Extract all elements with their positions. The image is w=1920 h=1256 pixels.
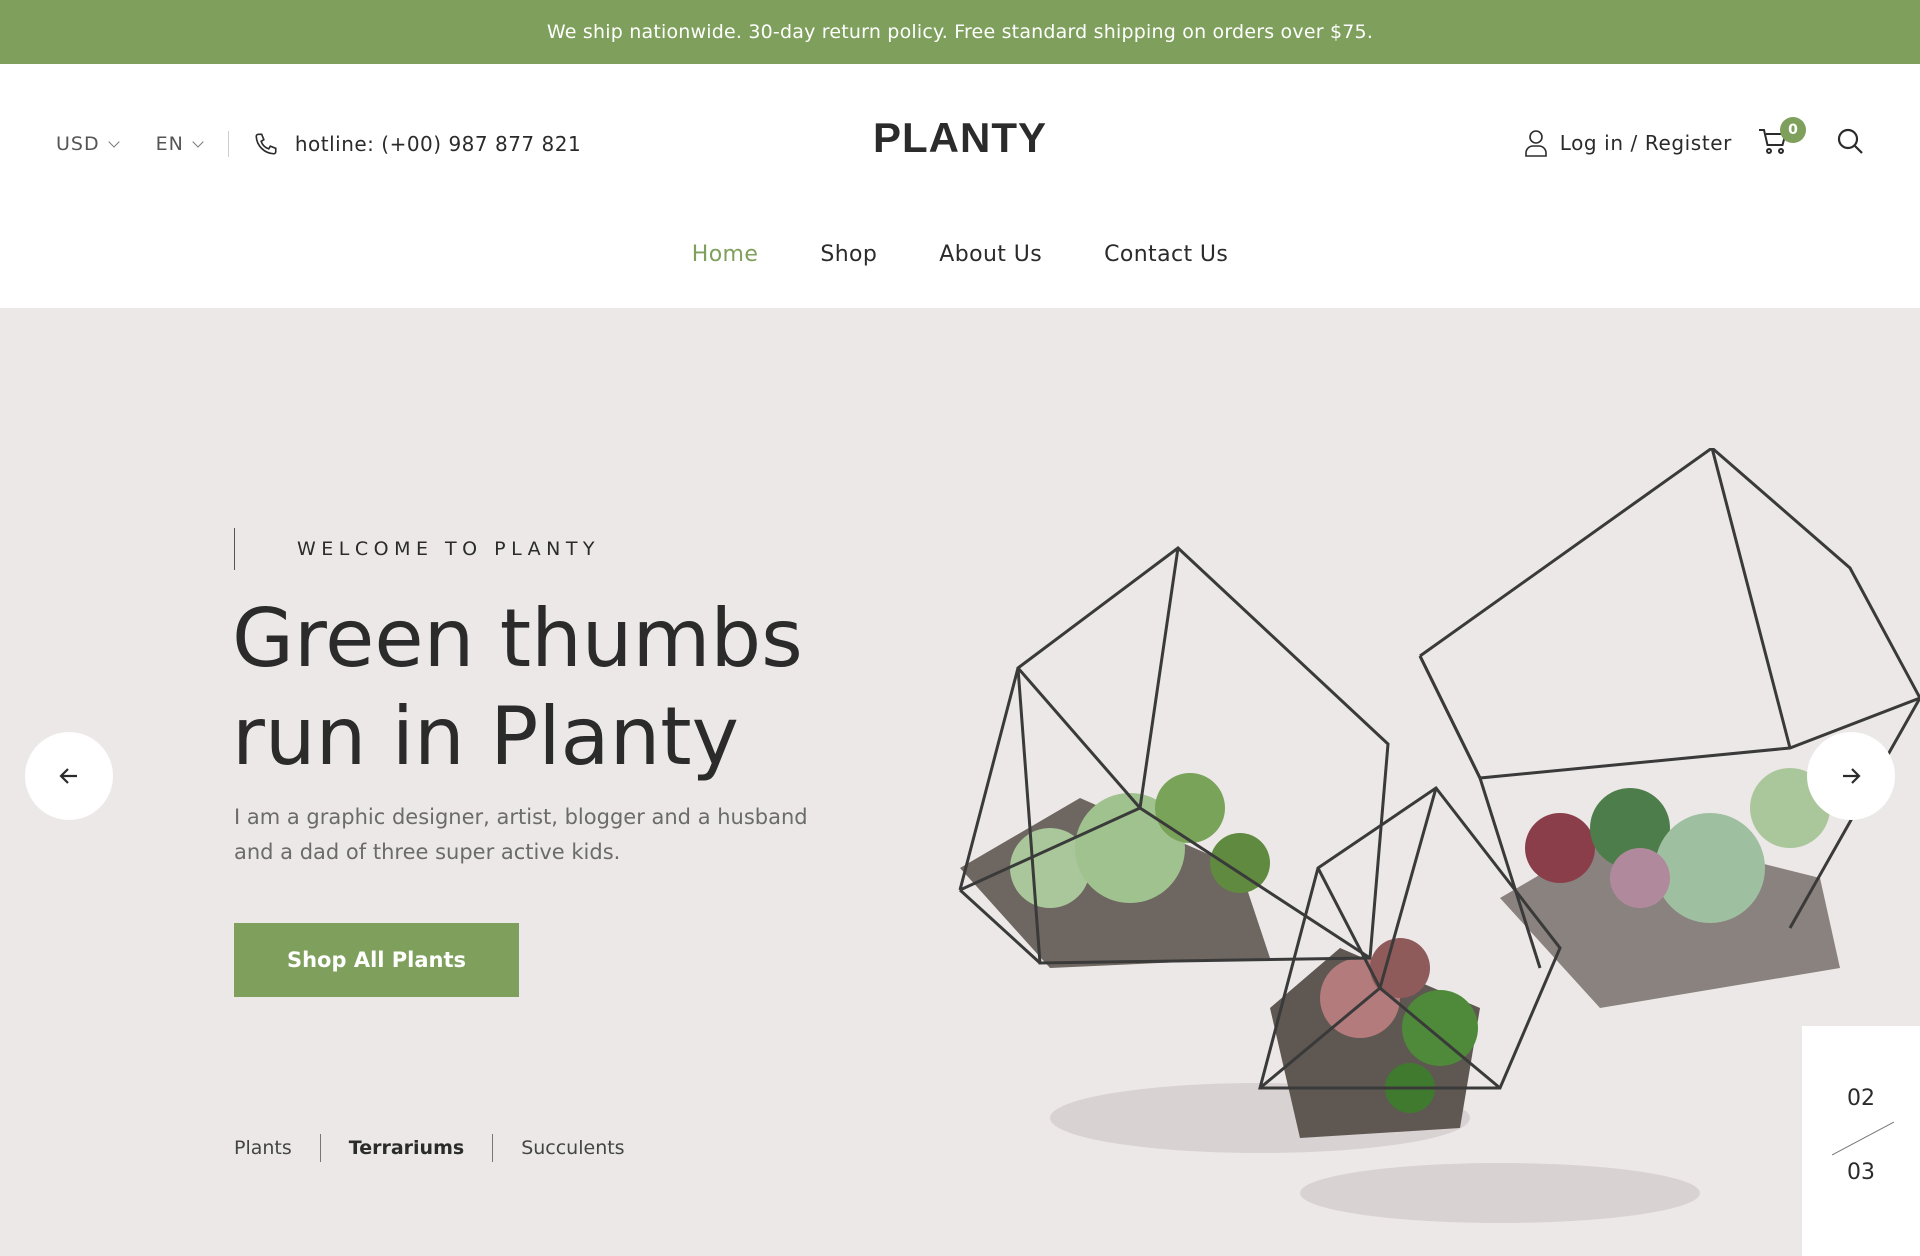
cart-count-badge: 0 [1780, 117, 1806, 143]
slide-current: 02 [1847, 1086, 1875, 1111]
nav-item-contact-us[interactable]: Contact Us [1104, 242, 1228, 267]
nav-item-shop[interactable]: Shop [820, 242, 877, 267]
next-slide-button[interactable] [1807, 732, 1895, 820]
site-header: USD EN hotline: (+00) 987 877 821 PLANTY… [0, 64, 1920, 308]
arrow-right-icon [1843, 768, 1861, 784]
hero-headline: Green thumbs run in Planty [232, 592, 803, 783]
terrarium-image [958, 448, 1920, 1223]
category-tab-terrariums[interactable]: Terrariums [349, 1137, 464, 1159]
slide-counter: 02 03 [1802, 1026, 1920, 1256]
divider [492, 1134, 494, 1162]
cart-button[interactable]: 0 [1758, 117, 1806, 159]
category-tab-succulents[interactable]: Succulents [521, 1137, 624, 1159]
slide-total: 03 [1847, 1160, 1875, 1185]
arrow-left-icon [59, 768, 77, 784]
hero-category-tabs: Plants Terrariums Succulents [234, 1134, 625, 1162]
category-tab-plants[interactable]: Plants [234, 1137, 292, 1159]
nav-item-home[interactable]: Home [692, 242, 759, 267]
nav-item-about-us[interactable]: About Us [939, 242, 1042, 267]
main-nav: Home Shop About Us Contact Us [0, 242, 1920, 267]
hero-slider: WELCOME TO PLANTY Green thumbs run in Pl… [0, 308, 1920, 1256]
login-register-link[interactable]: Log in / Register [1524, 129, 1732, 157]
search-button[interactable] [1836, 127, 1864, 159]
divider [319, 1134, 321, 1162]
login-label: Log in / Register [1559, 131, 1732, 155]
hero-description: I am a graphic designer, artist, blogger… [234, 805, 808, 864]
announcement-bar: We ship nationwide. 30-day return policy… [0, 0, 1920, 64]
user-icon [1524, 130, 1547, 157]
header-actions: Log in / Register 0 [1524, 117, 1864, 168]
announcement-text: We ship nationwide. 30-day return policy… [546, 21, 1374, 43]
divider [1831, 1121, 1895, 1156]
shop-all-plants-button[interactable]: Shop All Plants [234, 923, 519, 997]
prev-slide-button[interactable] [25, 732, 113, 820]
hero-eyebrow: WELCOME TO PLANTY [234, 528, 600, 570]
search-icon [1837, 128, 1863, 154]
